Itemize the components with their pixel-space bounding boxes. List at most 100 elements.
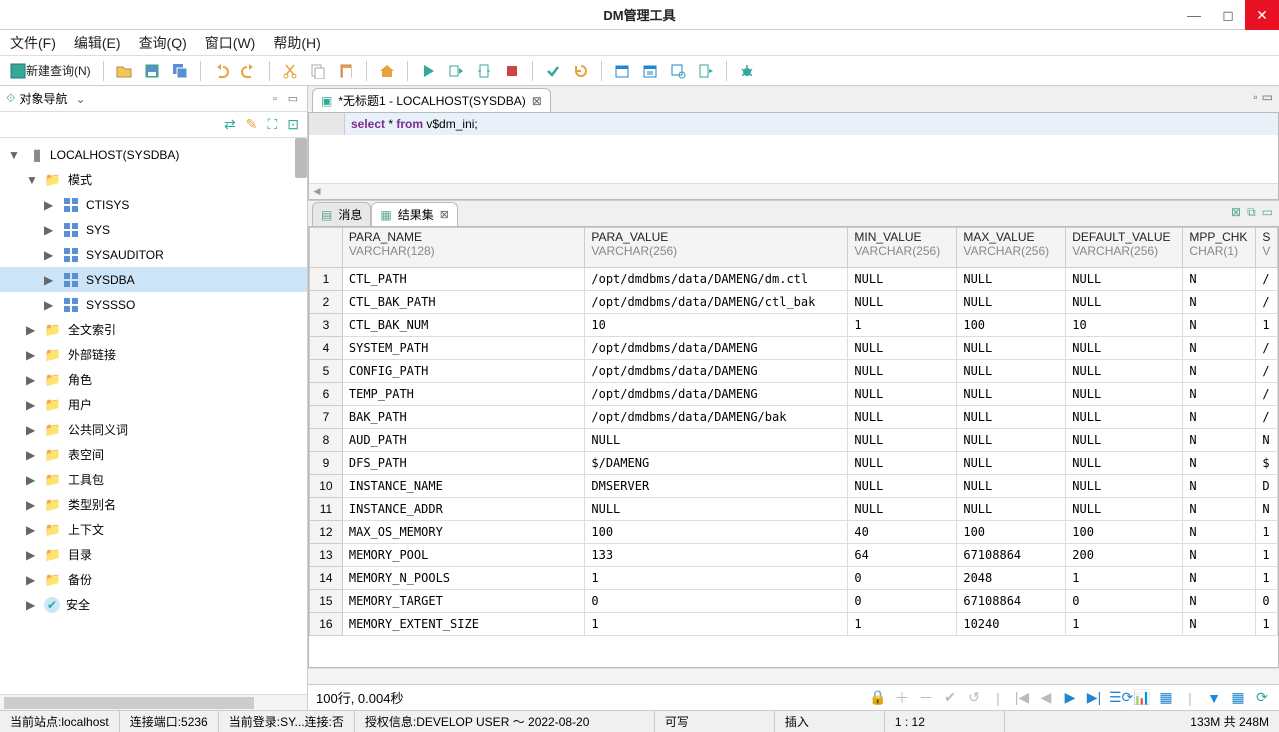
- table-row[interactable]: 15MEMORY_TARGET00671088640N0: [310, 590, 1278, 613]
- table-row[interactable]: 1CTL_PATH/opt/dmdbms/data/DAMENG/dm.ctlN…: [310, 268, 1278, 291]
- cell[interactable]: 100: [585, 521, 848, 544]
- cell[interactable]: NULL: [1066, 406, 1183, 429]
- new-obj-icon[interactable]: ✎: [246, 116, 258, 133]
- table-row[interactable]: 4SYSTEM_PATH/opt/dmdbms/data/DAMENGNULLN…: [310, 337, 1278, 360]
- close-results-icon[interactable]: ⊠: [440, 208, 449, 221]
- tree-item-目录[interactable]: ▶目录: [0, 542, 307, 567]
- tree-item-上下文[interactable]: ▶上下文: [0, 517, 307, 542]
- close-tab-icon[interactable]: ⊠: [532, 94, 542, 108]
- minimize-panel-icon[interactable]: ▫: [267, 91, 283, 107]
- cell[interactable]: N: [1183, 498, 1256, 521]
- cell[interactable]: N: [1183, 429, 1256, 452]
- cut-button[interactable]: [278, 59, 302, 83]
- object-tree[interactable]: ▼LOCALHOST(SYSDBA)▼模式▶CTISYS▶SYS▶SYSAUDI…: [0, 138, 307, 694]
- cell[interactable]: /: [1256, 291, 1278, 314]
- cell[interactable]: N: [1256, 429, 1278, 452]
- restore-editor-icon[interactable]: ▫: [1253, 90, 1257, 104]
- cell[interactable]: 2048: [957, 567, 1066, 590]
- cell[interactable]: $: [1256, 452, 1278, 475]
- tree-item-sysdba[interactable]: ▶SYSDBA: [0, 267, 307, 292]
- tree-item-外部链接[interactable]: ▶外部链接: [0, 342, 307, 367]
- add-row-icon[interactable]: ＋: [893, 688, 911, 708]
- tree-item-安全[interactable]: ▶安全: [0, 592, 307, 617]
- tree-scrollbar[interactable]: [295, 138, 307, 178]
- cell[interactable]: NULL: [848, 475, 957, 498]
- cell[interactable]: NULL: [848, 291, 957, 314]
- cell[interactable]: 1: [1256, 613, 1278, 636]
- cell[interactable]: 10: [1066, 314, 1183, 337]
- tree-item-syssso[interactable]: ▶SYSSSO: [0, 292, 307, 317]
- expand-toggle[interactable]: ▶: [44, 223, 56, 237]
- execute-button[interactable]: [416, 59, 440, 83]
- cell[interactable]: N: [1183, 314, 1256, 337]
- open-button[interactable]: [112, 59, 136, 83]
- prev-page-icon[interactable]: ◀: [1037, 689, 1055, 706]
- cell[interactable]: 200: [1066, 544, 1183, 567]
- cell[interactable]: NULL: [957, 337, 1066, 360]
- cell[interactable]: 1: [1256, 567, 1278, 590]
- cell[interactable]: 1: [585, 613, 848, 636]
- cell[interactable]: 1: [1256, 544, 1278, 567]
- cell[interactable]: /: [1256, 406, 1278, 429]
- tree-item-工具包[interactable]: ▶工具包: [0, 467, 307, 492]
- cell[interactable]: NULL: [1066, 452, 1183, 475]
- table-row[interactable]: 10INSTANCE_NAMEDMSERVERNULLNULLNULLND: [310, 475, 1278, 498]
- table-row[interactable]: 14MEMORY_N_POOLS1020481N1: [310, 567, 1278, 590]
- editor-tab[interactable]: *无标题1 - LOCALHOST(SYSDBA) ⊠: [312, 88, 551, 112]
- cell[interactable]: INSTANCE_ADDR: [342, 498, 585, 521]
- cell[interactable]: 100: [957, 314, 1066, 337]
- expand-toggle[interactable]: ▶: [44, 298, 56, 312]
- expand-toggle[interactable]: ▼: [8, 148, 20, 162]
- menu-window[interactable]: 窗口(W): [205, 33, 256, 53]
- cell[interactable]: N: [1256, 498, 1278, 521]
- cell[interactable]: CTL_PATH: [342, 268, 585, 291]
- table-row[interactable]: 2CTL_BAK_PATH/opt/dmdbms/data/DAMENG/ctl…: [310, 291, 1278, 314]
- expand-toggle[interactable]: ▶: [26, 548, 38, 562]
- save-all-button[interactable]: [168, 59, 192, 83]
- maximize-editor-icon[interactable]: ▭: [1262, 90, 1273, 104]
- tree-item-用户[interactable]: ▶用户: [0, 392, 307, 417]
- cell[interactable]: NULL: [1066, 475, 1183, 498]
- last-page-icon[interactable]: ▶|: [1085, 689, 1103, 706]
- expand-toggle[interactable]: ▶: [26, 523, 38, 537]
- expand-toggle[interactable]: ▶: [26, 423, 38, 437]
- column-header[interactable]: MAX_VALUEVARCHAR(256): [957, 228, 1066, 268]
- tree-item-localhost(sysdba)[interactable]: ▼LOCALHOST(SYSDBA): [0, 142, 307, 167]
- column-header[interactable]: SV: [1256, 228, 1278, 268]
- tree-item-备份[interactable]: ▶备份: [0, 567, 307, 592]
- cell[interactable]: NULL: [957, 268, 1066, 291]
- cell[interactable]: MEMORY_EXTENT_SIZE: [342, 613, 585, 636]
- cell[interactable]: N: [1183, 268, 1256, 291]
- table-row[interactable]: 11INSTANCE_ADDRNULLNULLNULLNULLNN: [310, 498, 1278, 521]
- execute-script-button[interactable]: [472, 59, 496, 83]
- home-button[interactable]: [375, 59, 399, 83]
- table-row[interactable]: 16MEMORY_EXTENT_SIZE11102401N1: [310, 613, 1278, 636]
- cell[interactable]: 0: [1066, 590, 1183, 613]
- cell[interactable]: N: [1183, 475, 1256, 498]
- cell[interactable]: NULL: [1066, 291, 1183, 314]
- table-row[interactable]: 5CONFIG_PATH/opt/dmdbms/data/DAMENGNULLN…: [310, 360, 1278, 383]
- cell[interactable]: 67108864: [957, 544, 1066, 567]
- tree-item-类型别名[interactable]: ▶类型别名: [0, 492, 307, 517]
- cell[interactable]: INSTANCE_NAME: [342, 475, 585, 498]
- expand-toggle[interactable]: ▶: [26, 473, 38, 487]
- cell[interactable]: NULL: [848, 383, 957, 406]
- expand-toggle[interactable]: ▶: [44, 248, 56, 262]
- result-grid[interactable]: PARA_NAMEVARCHAR(128)PARA_VALUEVARCHAR(2…: [308, 226, 1279, 668]
- cell[interactable]: D: [1256, 475, 1278, 498]
- tree-item-全文索引[interactable]: ▶全文索引: [0, 317, 307, 342]
- tree-item-sysauditor[interactable]: ▶SYSAUDITOR: [0, 242, 307, 267]
- cell[interactable]: NULL: [957, 452, 1066, 475]
- column-header[interactable]: PARA_NAMEVARCHAR(128): [342, 228, 585, 268]
- cell[interactable]: N: [1183, 521, 1256, 544]
- rollback-button[interactable]: [569, 59, 593, 83]
- cell[interactable]: 10240: [957, 613, 1066, 636]
- table-row[interactable]: 8AUD_PATHNULLNULLNULLNULLNN: [310, 429, 1278, 452]
- cell[interactable]: NULL: [848, 452, 957, 475]
- cell[interactable]: AUD_PATH: [342, 429, 585, 452]
- cell[interactable]: NULL: [1066, 360, 1183, 383]
- cell[interactable]: NULL: [1066, 383, 1183, 406]
- chart-icon[interactable]: 📊: [1133, 689, 1151, 706]
- sql-editor[interactable]: select * from v$dm_ini;: [308, 112, 1279, 200]
- cell[interactable]: N: [1183, 452, 1256, 475]
